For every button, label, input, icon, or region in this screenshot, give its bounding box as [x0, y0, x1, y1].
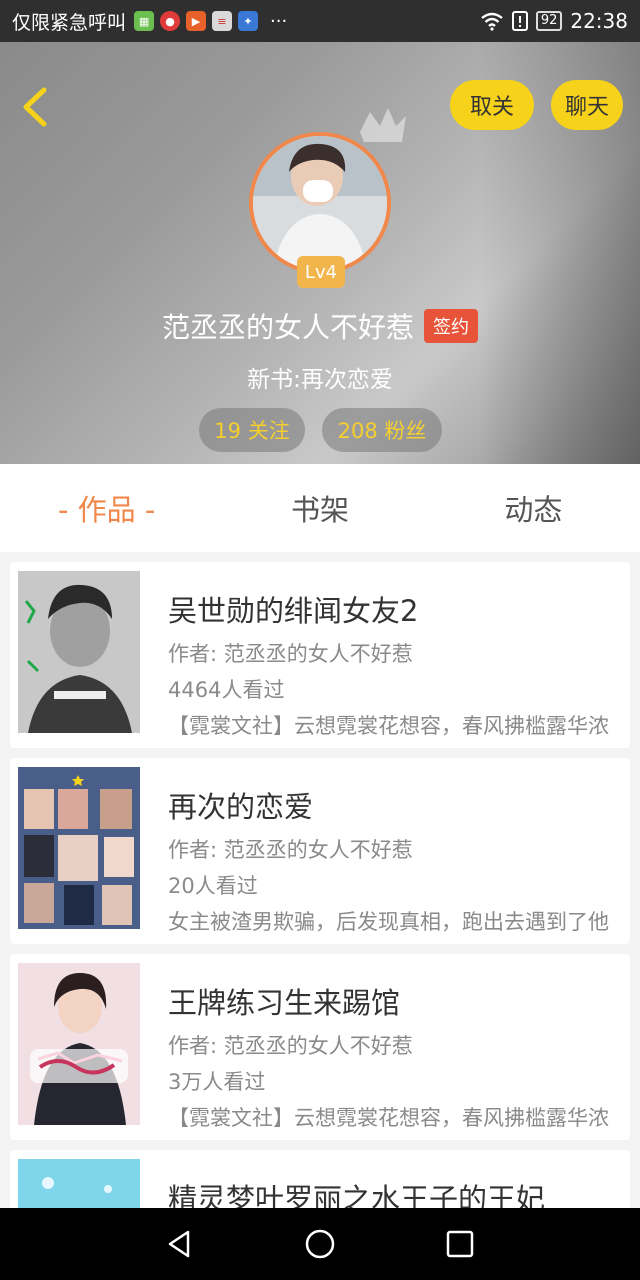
chat-button[interactable]: 聊天	[551, 80, 623, 130]
book-title: 再次的恋爱	[168, 790, 314, 824]
author-name: 范丞丞的女人不好惹	[161, 311, 414, 344]
avatar-photo	[253, 136, 387, 270]
book-card[interactable]: 王牌练习生来踢馆 作者: 范丞丞的女人不好惹 3万人看过 【霓裳文社】云想霓裳花…	[10, 954, 630, 1140]
book-card[interactable]: 再次的恋爱 作者: 范丞丞的女人不好惹 20人看过 女主被渣男欺骗，后发现真相，…	[10, 758, 630, 944]
book-title: 王牌练习生来踢馆	[168, 986, 401, 1020]
book-author: 作者: 范丞丞的女人不好惹	[168, 838, 413, 862]
status-bar: 仅限紧急呼叫 ▦ ● ▶ ≡ ✦ ··· 92 22:38	[0, 0, 640, 42]
wifi-icon	[481, 12, 503, 31]
alert-icon	[511, 11, 528, 31]
book-cover	[18, 571, 140, 733]
profile-header: 取关 聊天 Lv4 范丞丞的女人不好惹 签约 新书:再次恋爱 19 关注 208…	[0, 42, 640, 464]
carrier-text: 仅限紧急呼叫	[12, 11, 127, 34]
book-card[interactable]: 吴世勋的绯闻女友2 作者: 范丞丞的女人不好惹 4464人看过 【霓裳文社】云想…	[10, 562, 630, 748]
tab-activity[interactable]: 动态	[427, 464, 640, 552]
book-author: 作者: 范丞丞的女人不好惹	[168, 642, 413, 666]
more-dots-icon: ···	[270, 10, 288, 32]
unfollow-button[interactable]: 取关	[450, 80, 534, 130]
tab-works[interactable]: - 作品 -	[0, 464, 213, 552]
book-author: 作者: 范丞丞的女人不好惹	[168, 1034, 413, 1058]
following-count[interactable]: 19 关注	[199, 408, 305, 452]
book-cover	[18, 1159, 140, 1208]
news-icon: ≡	[212, 11, 233, 31]
nav-home-button[interactable]	[300, 1224, 340, 1264]
nav-back-button[interactable]	[160, 1224, 200, 1264]
book-title: 精灵梦叶罗丽之水王子的王妃	[168, 1182, 546, 1208]
back-button[interactable]	[14, 82, 58, 132]
signed-badge: 签约	[424, 309, 478, 343]
book-card[interactable]: 精灵梦叶罗丽之水王子的王妃	[10, 1150, 630, 1208]
level-badge: Lv4	[297, 256, 345, 288]
wechat-icon: ▦	[134, 11, 155, 31]
book-read-count: 20人看过	[168, 874, 258, 898]
clock: 22:38	[570, 9, 628, 33]
tab-bar: - 作品 - 书架 动态	[0, 464, 640, 552]
book-cover	[18, 963, 140, 1125]
system-nav-bar	[0, 1208, 640, 1280]
fans-count[interactable]: 208 粉丝	[322, 408, 442, 452]
player-icon: ▶	[186, 11, 207, 31]
book-read-count: 4464人看过	[168, 678, 285, 702]
book-list: 吴世勋的绯闻女友2 作者: 范丞丞的女人不好惹 4464人看过 【霓裳文社】云想…	[10, 562, 630, 1208]
home-circle-icon	[305, 1229, 335, 1259]
nav-recent-button[interactable]	[440, 1224, 480, 1264]
recent-square-icon	[446, 1230, 474, 1258]
battery-icon: 92	[535, 11, 563, 31]
video-icon: ●	[160, 11, 181, 31]
book-cover	[18, 767, 140, 929]
book-title: 吴世勋的绯闻女友2	[168, 594, 419, 628]
tab-bookshelf[interactable]: 书架	[213, 464, 426, 552]
book-description: 女主被渣男欺骗，后发现真相，跑出去遇到了他	[168, 910, 609, 934]
book-description: 【霓裳文社】云想霓裳花想容，春风拂槛露华浓	[168, 1106, 609, 1130]
baidu-icon: ✦	[238, 11, 259, 31]
back-triangle-icon	[168, 1230, 190, 1258]
avatar[interactable]	[249, 132, 391, 274]
chevron-left-icon	[23, 87, 47, 127]
book-read-count: 3万人看过	[168, 1070, 266, 1094]
book-description: 【霓裳文社】云想霓裳花想容，春风拂槛露华浓	[168, 714, 609, 738]
notification-icons: ▦ ● ▶ ≡ ✦ ···	[134, 11, 287, 32]
new-book-link[interactable]: 新书:再次恋爱	[0, 360, 640, 394]
